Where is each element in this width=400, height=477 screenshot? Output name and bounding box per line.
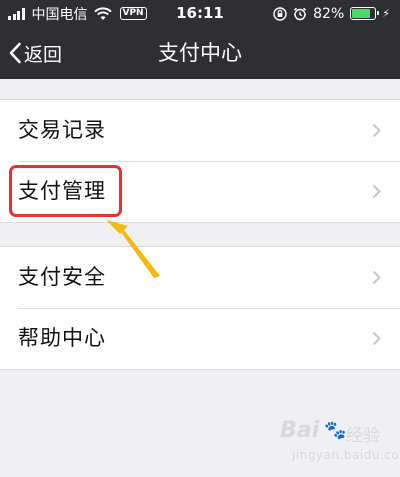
menu-item-label: 支付管理	[18, 179, 106, 203]
nav-bar: 返回 支付中心	[0, 27, 400, 79]
watermark-url: jingyan.baidu.com	[292, 448, 400, 462]
watermark-logo: Bai	[280, 418, 320, 443]
menu-item-payment-security[interactable]: 支付安全	[0, 247, 400, 308]
menu-item-label: 支付安全	[18, 265, 106, 289]
paw-icon: 🐾	[324, 420, 347, 441]
battery-icon	[350, 7, 380, 20]
battery-fill	[352, 9, 371, 18]
menu-item-label: 交易记录	[18, 118, 106, 142]
chevron-right-icon	[372, 123, 381, 138]
status-right: 82% ⚡	[273, 0, 390, 27]
orientation-lock-icon	[273, 6, 287, 21]
watermark-brand: 经验	[346, 426, 380, 446]
menu-item-payment-management[interactable]: 支付管理	[0, 161, 400, 222]
chevron-right-icon	[372, 331, 381, 346]
chevron-right-icon	[372, 270, 381, 285]
back-label: 返回	[24, 43, 63, 66]
menu-item-transaction-records[interactable]: 交易记录	[0, 100, 400, 161]
watermark: Bai 🐾 经验 jingyan.baidu.com	[280, 418, 400, 474]
battery-percent: 82%	[313, 5, 345, 22]
alarm-icon	[294, 7, 307, 20]
charging-icon: ⚡	[382, 7, 390, 20]
chevron-right-icon	[372, 184, 381, 199]
menu-group-2: 支付安全 帮助中心	[0, 246, 400, 370]
menu-item-help-center[interactable]: 帮助中心	[0, 308, 400, 369]
menu-group-1: 交易记录 支付管理	[0, 99, 400, 223]
chevron-left-icon	[9, 42, 21, 64]
menu-item-label: 帮助中心	[18, 326, 106, 350]
status-bar: 中国电信 VPN 16:11 82% ⚡	[0, 0, 400, 27]
back-button[interactable]: 返回	[8, 27, 62, 79]
